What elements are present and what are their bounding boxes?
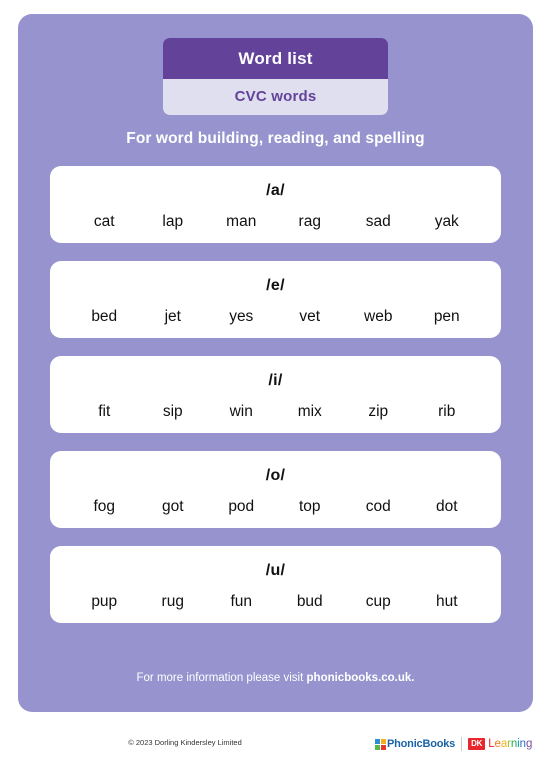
- card-word-row: fog got pod top cod dot: [50, 484, 501, 516]
- word-item: cup: [365, 593, 391, 610]
- word-item: fun: [230, 593, 253, 610]
- logo-divider: [461, 737, 463, 751]
- word-item: dot: [435, 498, 458, 515]
- word-item: pup: [91, 593, 118, 610]
- word-item: cod: [365, 498, 391, 515]
- more-info-text: For more information please visit phonic…: [18, 672, 533, 684]
- dk-learning-word: Learning: [488, 738, 532, 750]
- word-item: rib: [438, 403, 456, 420]
- purple-panel: Word list CVC words For word building, r…: [18, 14, 533, 712]
- word-card: /o/fog got pod top cod dot: [50, 451, 501, 528]
- word-item: yak: [434, 213, 459, 230]
- card-sound-label: /e/: [266, 277, 285, 294]
- word-item: sip: [162, 403, 183, 420]
- word-item: lap: [162, 213, 184, 230]
- dk-learning-logo: DK Learning: [468, 738, 532, 750]
- word-item: pod: [228, 498, 255, 515]
- tagline: For word building, reading, and spelling: [126, 130, 425, 147]
- word-card: /u/pup rug fun bud cup hut: [50, 546, 501, 623]
- word-item: sad: [365, 213, 391, 230]
- word-item: vet: [299, 308, 321, 325]
- phonicbooks-logo: PhonicBooks: [375, 738, 455, 750]
- header-block: Word list CVC words: [163, 38, 388, 115]
- logo-row: PhonicBooks DK Learning: [375, 734, 532, 754]
- phonicbooks-logo-text: PhonicBooks: [387, 738, 456, 750]
- word-card: /i/fit sip win mix zip rib: [50, 356, 501, 433]
- card-word-row: fit sip win mix zip rib: [50, 389, 501, 421]
- word-item: hut: [435, 593, 458, 610]
- dk-letter: g: [525, 738, 533, 750]
- poster-root: Word list CVC words For word building, r…: [0, 0, 550, 774]
- copyright-text: © 2023 Dorling Kindersley Limited: [128, 738, 242, 747]
- word-item: zip: [368, 403, 389, 420]
- card-sound-label: /i/: [268, 372, 283, 389]
- word-item: bed: [91, 308, 118, 325]
- card-word-row: cat lap man rag sad yak: [50, 199, 501, 231]
- phonicbooks-squares-icon: [375, 738, 386, 750]
- word-card-list: /a/cat lap man rag sad yak/e/bed jet yes vet web p…: [50, 166, 501, 641]
- page-title: Word list: [163, 38, 388, 79]
- word-item: mix: [297, 403, 322, 420]
- card-sound-label: /a/: [266, 182, 285, 199]
- card-sound-label: /u/: [265, 562, 286, 579]
- word-item: bud: [296, 593, 323, 610]
- word-item: win: [229, 403, 253, 420]
- word-item: jet: [164, 308, 181, 325]
- page-subtitle: CVC words: [163, 79, 388, 115]
- more-info-prefix: For more information please visit: [136, 672, 307, 684]
- word-item: got: [161, 498, 184, 515]
- word-item: man: [226, 213, 257, 230]
- website-link[interactable]: phonicbooks.co.uk.: [307, 672, 415, 684]
- word-card: /e/bed jet yes vet web pen: [50, 261, 501, 338]
- card-word-row: pup rug fun bud cup hut: [50, 579, 501, 611]
- word-item: rag: [298, 213, 321, 230]
- word-item: yes: [229, 308, 254, 325]
- word-item: fog: [93, 498, 116, 515]
- word-item: fit: [98, 403, 111, 420]
- word-item: top: [298, 498, 321, 515]
- word-card: /a/cat lap man rag sad yak: [50, 166, 501, 243]
- dk-mark-icon: DK: [468, 738, 486, 750]
- card-sound-label: /o/: [265, 467, 286, 484]
- card-word-row: bed jet yes vet web pen: [50, 294, 501, 326]
- word-item: web: [364, 308, 393, 325]
- word-item: pen: [433, 308, 460, 325]
- word-item: rug: [161, 593, 184, 610]
- word-item: cat: [93, 213, 115, 230]
